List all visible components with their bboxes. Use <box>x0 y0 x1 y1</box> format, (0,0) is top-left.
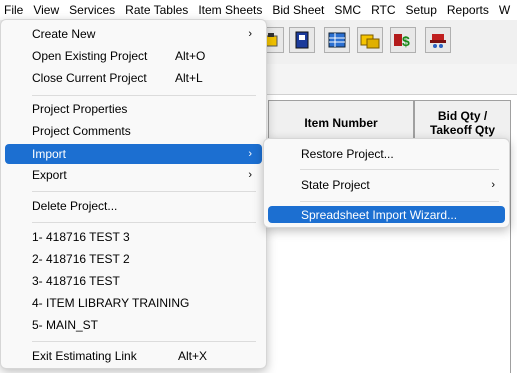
menu-item-label: Restore Project... <box>301 147 394 161</box>
menu-item-close-current[interactable]: Close Current Project Alt+L <box>5 68 262 88</box>
menu-item-label: Create New <box>32 27 96 41</box>
menu-separator <box>32 95 256 96</box>
menu-item-recent-5[interactable]: 5- MAIN_ST <box>5 315 262 335</box>
grid-divider <box>510 100 511 373</box>
menu-item-recent-1[interactable]: 1- 418716 TEST 3 <box>5 227 262 247</box>
menu-item-label: Close Current Project <box>32 71 147 85</box>
menu-item-label: 4- ITEM LIBRARY TRAINING <box>32 296 190 310</box>
menu-item-label: 2- 418716 TEST 2 <box>32 252 130 266</box>
chevron-right-icon: › <box>248 28 252 40</box>
menu-item-restore-project[interactable]: Restore Project... <box>268 144 505 164</box>
money-icon[interactable]: $ <box>390 27 416 53</box>
menu-item-label: Project Properties <box>32 102 128 116</box>
menu-item-exit[interactable]: Exit Estimating Link Alt+X <box>5 346 262 366</box>
menu-item-label: 1- 418716 TEST 3 <box>32 230 130 244</box>
menu-rate-tables[interactable]: Rate Tables <box>120 0 193 20</box>
menu-smc[interactable]: SMC <box>329 0 366 20</box>
menu-window[interactable]: W <box>494 0 515 20</box>
file-menu: Create New › Open Existing Project Alt+O… <box>0 19 267 369</box>
menu-item-import[interactable]: Import › <box>5 144 262 164</box>
chevron-right-icon: › <box>491 179 495 191</box>
menu-setup[interactable]: Setup <box>401 0 442 20</box>
book-icon[interactable] <box>289 27 315 53</box>
menu-item-state-project[interactable]: State Project › <box>268 175 505 195</box>
menu-item-label: Open Existing Project <box>32 49 148 63</box>
menu-services[interactable]: Services <box>64 0 120 20</box>
chevron-right-icon: › <box>248 169 252 181</box>
shortcut-label: Alt+L <box>175 71 203 85</box>
shortcut-label: Alt+X <box>178 349 208 363</box>
menu-view[interactable]: View <box>28 0 64 20</box>
import-submenu: Restore Project... State Project › Sprea… <box>263 138 510 228</box>
chevron-right-icon: › <box>248 148 252 160</box>
menu-item-label: 5- MAIN_ST <box>32 318 99 332</box>
menu-item-label: Spreadsheet Import Wizard... <box>301 207 458 222</box>
menu-separator <box>300 169 499 170</box>
menu-item-label: Exit Estimating Link <box>32 349 137 363</box>
menu-item-label: Project Comments <box>32 124 131 138</box>
menu-separator <box>32 222 256 223</box>
menu-item-recent-2[interactable]: 2- 418716 TEST 2 <box>5 249 262 269</box>
menu-separator <box>32 341 256 342</box>
menu-item-recent-3[interactable]: 3- 418716 TEST <box>5 271 262 291</box>
menu-item-spreadsheet-import-wizard[interactable]: Spreadsheet Import Wizard... <box>268 206 505 223</box>
menu-bar: File View Services Rate Tables Item Shee… <box>0 0 517 20</box>
svg-text:$: $ <box>402 33 410 49</box>
menu-separator <box>300 201 499 202</box>
menu-bid-sheet[interactable]: Bid Sheet <box>267 0 329 20</box>
menu-item-label: State Project <box>301 178 370 192</box>
menu-reports[interactable]: Reports <box>442 0 494 20</box>
menu-item-open-existing[interactable]: Open Existing Project Alt+O <box>5 46 262 66</box>
menu-item-create-new[interactable]: Create New › <box>5 24 262 44</box>
menu-rtc[interactable]: RTC <box>366 0 400 20</box>
menu-item-project-properties[interactable]: Project Properties <box>5 99 262 119</box>
menu-item-sheets[interactable]: Item Sheets <box>193 0 267 20</box>
menu-item-delete-project[interactable]: Delete Project... <box>5 196 262 216</box>
menu-item-project-comments[interactable]: Project Comments <box>5 121 262 141</box>
menu-item-label: Delete Project... <box>32 199 118 213</box>
folders-icon[interactable] <box>357 27 383 53</box>
table-icon[interactable] <box>324 27 350 53</box>
menu-item-export[interactable]: Export › <box>5 165 262 185</box>
shortcut-label: Alt+O <box>175 49 206 63</box>
menu-item-label: 3- 418716 TEST <box>32 274 120 288</box>
hat-icon[interactable] <box>425 27 451 53</box>
menu-file[interactable]: File <box>0 0 28 20</box>
menu-item-label: Export <box>32 168 67 182</box>
menu-separator <box>32 191 256 192</box>
menu-item-recent-4[interactable]: 4- ITEM LIBRARY TRAINING <box>5 293 262 313</box>
menu-item-label: Import <box>32 147 67 161</box>
